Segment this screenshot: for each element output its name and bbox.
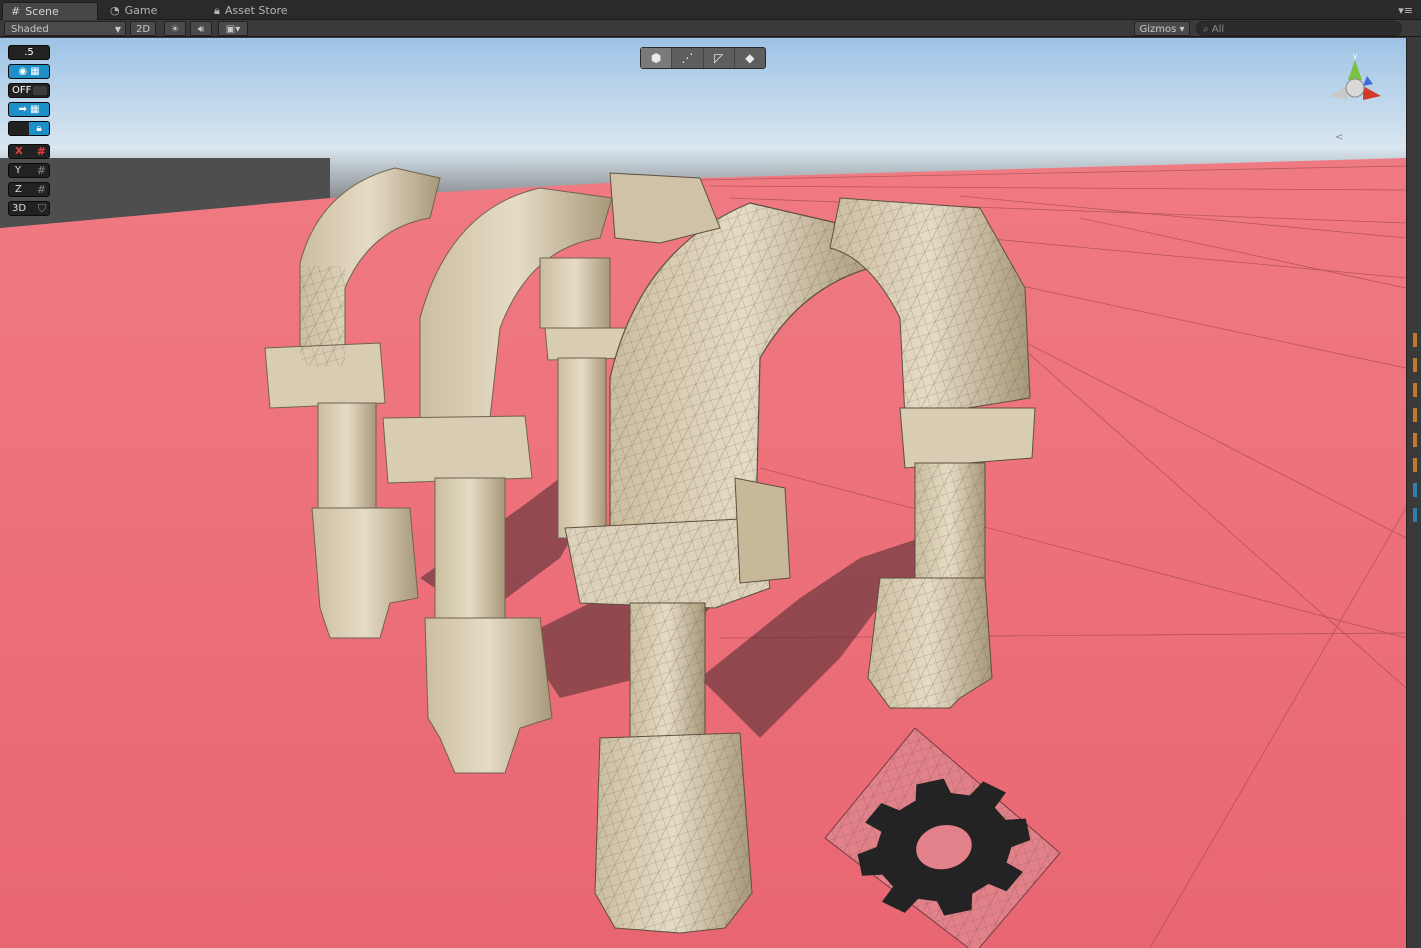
axis-y-label: Y [15, 165, 22, 176]
grid-icon: # [36, 145, 46, 158]
scene-viewport[interactable]: y < ⬢ ⋰ ◸ ◆ .5 ◉ ▦ OFF ➡ ▦ 🔒︎ X # Y # Z … [0, 38, 1406, 948]
shading-mode-dropdown[interactable]: Shaded ▼ [4, 21, 126, 36]
audio-toggle-button[interactable]: 🔊︎ [190, 21, 212, 36]
cube-tool-button[interactable]: ⬢ [641, 48, 673, 68]
grid-off-toggle[interactable]: OFF [8, 83, 50, 98]
face-icon: ◆ [745, 51, 755, 65]
marker [1413, 508, 1417, 522]
mode-3d-label: 3D [12, 203, 27, 214]
tab-scene-label: Scene [25, 4, 59, 18]
view-tool-strip: ⬢ ⋰ ◸ ◆ [640, 47, 766, 69]
shield-icon: ⛉ [37, 202, 46, 215]
tab-asset-store-label: Asset Store [224, 4, 288, 17]
tab-game-label: Game [124, 4, 158, 17]
arrow-right-icon: ➡ ▦ [18, 104, 40, 115]
padlock-icon: 🔒︎ [29, 122, 49, 135]
grid-off-label: OFF [12, 85, 32, 96]
face-tool-button[interactable]: ◆ [735, 48, 765, 68]
scene-render: y < [0, 38, 1406, 948]
marker [1413, 383, 1417, 397]
search-input[interactable]: ⌕ All [1196, 21, 1402, 36]
svg-text:y: y [1353, 51, 1358, 60]
shading-mode-label: Shaded [11, 24, 49, 35]
vertex-icon: ⋰ [681, 51, 694, 65]
tab-scene[interactable]: # Scene [2, 2, 98, 20]
grid-icon: # [36, 164, 46, 177]
lock-toggle[interactable]: 🔒︎ [8, 121, 50, 136]
axis-x-button[interactable]: X # [8, 144, 50, 159]
search-placeholder: All [1211, 24, 1225, 35]
visibility-toggle[interactable]: ◉ ▦ [8, 64, 50, 79]
marker [1413, 483, 1417, 497]
marker [1413, 408, 1417, 422]
toggle-knob [33, 86, 47, 95]
axis-x-label: X [15, 146, 23, 157]
chevron-down-icon: ▼ [114, 25, 121, 34]
axis-z-button[interactable]: Z # [8, 182, 50, 197]
svg-text:<: < [1335, 132, 1343, 143]
gizmos-dropdown[interactable]: Gizmos ▾ [1134, 21, 1190, 36]
effects-dropdown[interactable]: ▣▾ [218, 21, 248, 36]
toggle-2d-button[interactable]: 2D [130, 21, 156, 36]
inspector-edge [1406, 38, 1421, 948]
tab-menu-icon[interactable]: ▾≡ [1398, 4, 1413, 17]
eye-icon: ◉ ▦ [18, 66, 40, 77]
lock-icon: 🔒︎ [214, 4, 220, 17]
marker [1413, 433, 1417, 447]
cube-icon: ⬢ [650, 51, 662, 65]
speaker-icon: 🔊︎ [197, 24, 205, 35]
axis-z-label: Z [15, 184, 22, 195]
grid-icon: # [11, 4, 21, 18]
marker [1413, 358, 1417, 372]
vertex-tool-button[interactable]: ⋰ [672, 48, 704, 68]
search-icon: ⌕ [1203, 24, 1209, 35]
pacman-icon: ◔ [110, 4, 120, 17]
grid-icon: # [36, 183, 46, 196]
lighting-toggle-button[interactable]: ☀ [164, 21, 186, 36]
edge-icon: ◸ [714, 51, 724, 65]
gizmos-label: Gizmos [1139, 24, 1177, 35]
move-snap-toggle[interactable]: ➡ ▦ [8, 102, 50, 117]
tab-asset-store[interactable]: 🔒︎ Asset Store [206, 2, 346, 20]
marker [1413, 458, 1417, 472]
mode-3d-button[interactable]: 3D ⛉ [8, 201, 50, 216]
marker [1413, 333, 1417, 347]
axis-y-button[interactable]: Y # [8, 163, 50, 178]
scene-toolbar: Shaded ▼ 2D ☀ 🔊︎ ▣▾ Gizmos ▾ ⌕ All [0, 20, 1421, 37]
image-icon: ▣▾ [225, 24, 241, 35]
window-tab-bar: # Scene ◔ Game 🔒︎ Asset Store ▾≡ [0, 0, 1421, 20]
tab-game[interactable]: ◔ Game [102, 2, 198, 20]
snap-value-field[interactable]: .5 [8, 45, 50, 60]
sun-icon: ☀ [170, 24, 180, 35]
edge-tool-button[interactable]: ◸ [704, 48, 735, 68]
